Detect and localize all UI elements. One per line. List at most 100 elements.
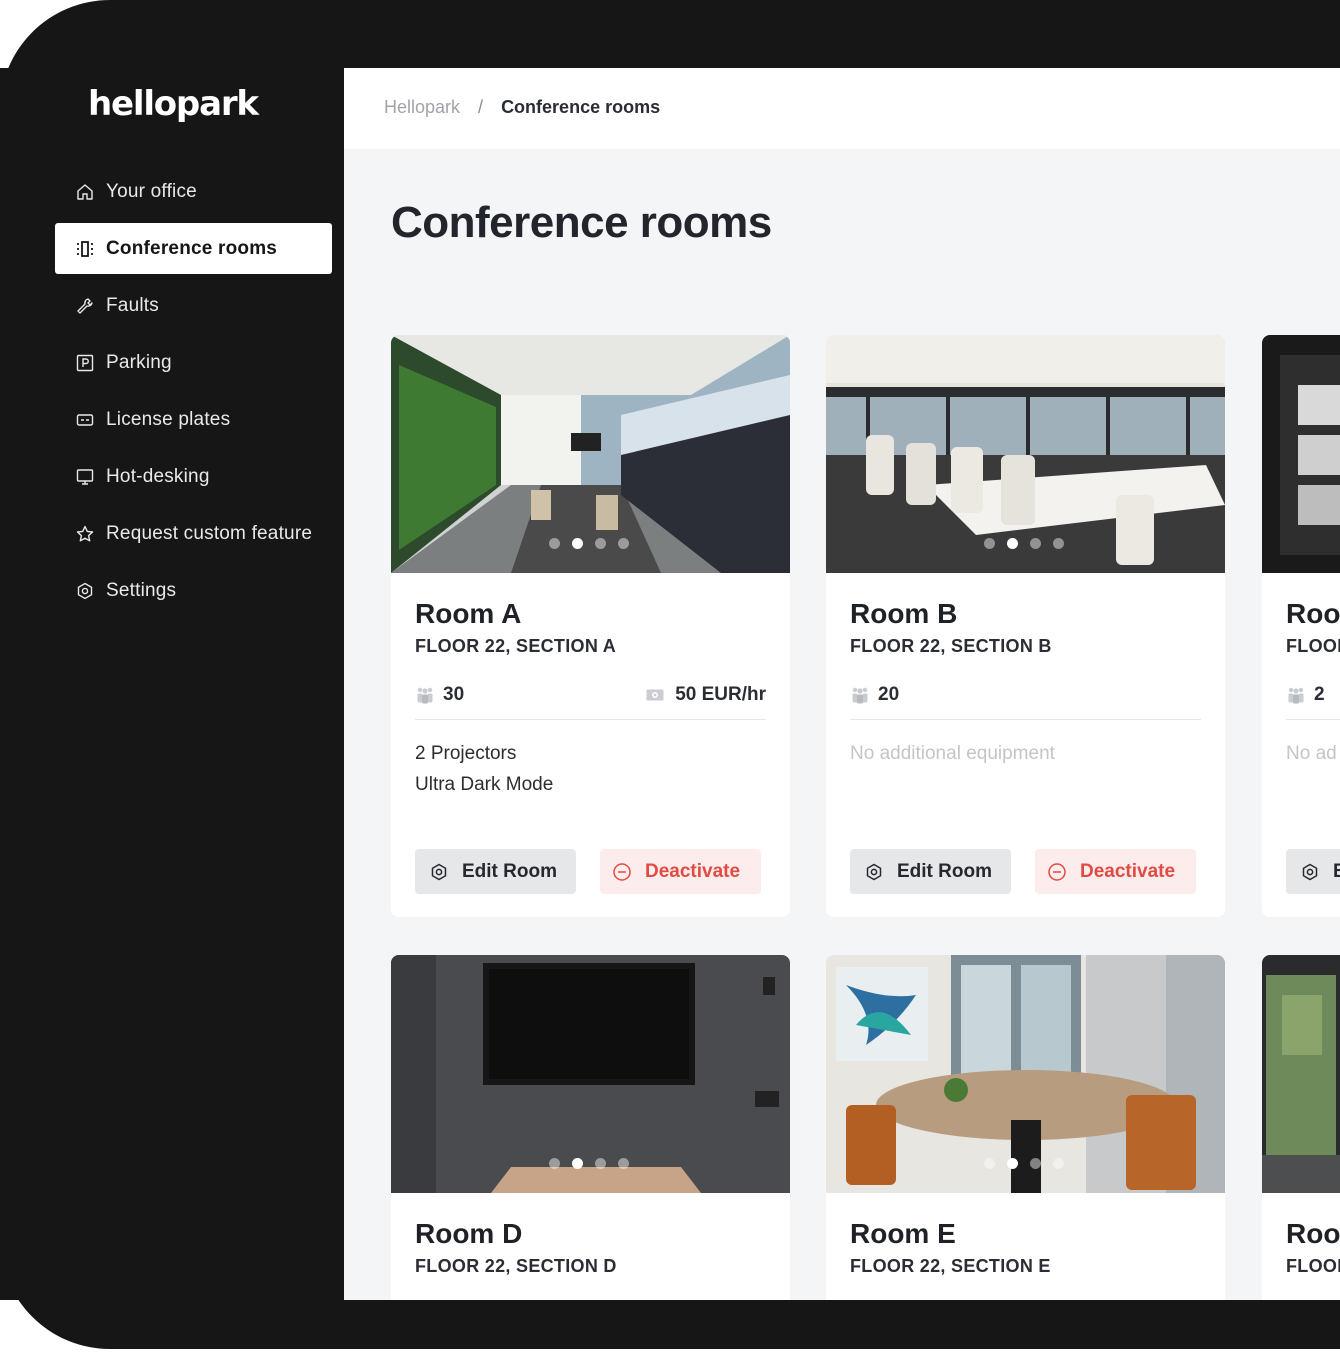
room-card[interactable]: Room B FLOOR 22, SECTION B 20 No additio… bbox=[826, 335, 1225, 917]
carousel-dot[interactable] bbox=[618, 538, 629, 549]
sidebar-item-license-plates[interactable]: License plates bbox=[55, 394, 332, 445]
sidebar-nav: Your office Conference rooms Faults Park… bbox=[55, 166, 332, 622]
money-icon bbox=[646, 689, 664, 701]
deactivate-label: Deactivate bbox=[645, 860, 741, 882]
carousel-dot[interactable] bbox=[1053, 1158, 1064, 1169]
sidebar-item-label: License plates bbox=[106, 408, 231, 430]
carousel-dot[interactable] bbox=[984, 1158, 995, 1169]
room-card[interactable]: Room A FLOOR 22, SECTION A 30 50 EUR/hr … bbox=[391, 335, 790, 917]
room-capacity-value: 2 bbox=[1314, 684, 1325, 705]
conference-icon bbox=[75, 239, 95, 259]
room-price: 50 EUR/hr bbox=[645, 684, 766, 706]
room-stats: 2 bbox=[1286, 680, 1340, 720]
room-name: Room B bbox=[850, 598, 958, 629]
edit-room-label: Edit Room bbox=[462, 860, 557, 882]
photo-carousel-dots bbox=[984, 1158, 1064, 1169]
carousel-dot[interactable] bbox=[1030, 538, 1041, 549]
equipment-item: Ultra Dark Mode bbox=[415, 774, 554, 795]
deactivate-button[interactable]: Deactivate bbox=[1035, 849, 1196, 894]
room-stats: 20 bbox=[850, 680, 1201, 720]
minus-circle-icon bbox=[1048, 862, 1066, 881]
deactivate-button[interactable]: Deactivate bbox=[600, 849, 761, 894]
room-capacity: 20 bbox=[850, 684, 899, 706]
room-card[interactable]: Room E FLOOR 22, SECTION E bbox=[826, 955, 1225, 1300]
people-icon bbox=[1288, 687, 1304, 704]
settings-icon bbox=[866, 863, 882, 880]
room-photo[interactable] bbox=[391, 335, 790, 573]
sidebar-item-label: Request custom feature bbox=[106, 522, 313, 544]
sidebar-item-your-office[interactable]: Your office bbox=[55, 166, 332, 217]
carousel-dot-active[interactable] bbox=[1007, 538, 1018, 549]
carousel-dot-active[interactable] bbox=[1007, 1158, 1018, 1169]
edit-room-label: E bbox=[1333, 860, 1340, 882]
sidebar-item-parking[interactable]: Parking bbox=[55, 337, 332, 388]
carousel-dot[interactable] bbox=[595, 538, 606, 549]
room-capacity: 30 bbox=[415, 684, 464, 706]
photo-carousel-dots bbox=[549, 538, 629, 549]
sidebar-item-request-custom-feature[interactable]: Request custom feature bbox=[55, 508, 332, 559]
sidebar-item-label: Your office bbox=[106, 180, 197, 202]
star-icon bbox=[75, 524, 95, 544]
edit-room-button[interactable]: E bbox=[1286, 849, 1340, 894]
photo-carousel-dots bbox=[549, 1158, 629, 1169]
carousel-dot[interactable] bbox=[984, 538, 995, 549]
sidebar-item-conference-rooms[interactable]: Conference rooms bbox=[55, 223, 332, 274]
sidebar-item-label: Faults bbox=[106, 294, 159, 316]
monitor-icon bbox=[75, 467, 95, 487]
room-photo[interactable] bbox=[1262, 335, 1340, 573]
sidebar-item-settings[interactable]: Settings bbox=[55, 565, 332, 616]
room-photo[interactable] bbox=[826, 955, 1225, 1193]
minus-circle-icon bbox=[613, 862, 631, 881]
wrench-icon bbox=[75, 296, 95, 316]
main-content: Hellopark / Conference rooms Conference … bbox=[344, 68, 1340, 1300]
room-floor: FLOOR 22, SECTION A bbox=[415, 636, 617, 656]
edit-room-button[interactable]: Edit Room bbox=[850, 849, 1011, 894]
sidebar-item-label: Settings bbox=[106, 579, 177, 601]
carousel-dot[interactable] bbox=[1030, 1158, 1041, 1169]
carousel-dot-active[interactable] bbox=[572, 1158, 583, 1169]
carousel-dot[interactable] bbox=[595, 1158, 606, 1169]
carousel-dot[interactable] bbox=[549, 1158, 560, 1169]
room-card[interactable]: Room FLOOR 2 No ad E bbox=[1262, 335, 1340, 917]
breadcrumb-root[interactable]: Hellopark bbox=[384, 97, 460, 118]
settings-icon bbox=[431, 863, 447, 880]
room-floor: FLOOR 22, SECTION D bbox=[415, 1256, 617, 1276]
room-name: Room bbox=[1286, 598, 1340, 629]
room-capacity: 2 bbox=[1286, 684, 1325, 706]
app-logo[interactable]: hellopark bbox=[88, 84, 259, 124]
room-photo[interactable] bbox=[1262, 955, 1340, 1193]
sidebar-item-label: Conference rooms bbox=[106, 237, 278, 259]
room-card[interactable]: Room FLOOR bbox=[1262, 955, 1340, 1300]
room-card[interactable]: Room D FLOOR 22, SECTION D bbox=[391, 955, 790, 1300]
app-screen: hellopark Your office Conference rooms F… bbox=[0, 68, 1340, 1300]
room-floor: FLOOR bbox=[1286, 636, 1340, 656]
carousel-dot-active[interactable] bbox=[572, 538, 583, 549]
edit-room-label: Edit Room bbox=[897, 860, 992, 882]
home-icon bbox=[75, 182, 95, 202]
room-photo[interactable] bbox=[391, 955, 790, 1193]
room-stats: 30 50 EUR/hr bbox=[415, 680, 766, 720]
room-equipment: 2 Projectors Ultra Dark Mode bbox=[415, 738, 553, 800]
room-capacity-value: 20 bbox=[878, 684, 900, 705]
carousel-dot[interactable] bbox=[618, 1158, 629, 1169]
room-name: Room D bbox=[415, 1218, 523, 1249]
room-photo[interactable] bbox=[826, 335, 1225, 573]
photo-carousel-dots bbox=[984, 538, 1064, 549]
sidebar-item-label: Parking bbox=[106, 351, 172, 373]
settings-icon bbox=[1302, 863, 1318, 880]
room-capacity-value: 30 bbox=[443, 684, 465, 705]
sidebar-item-hot-desking[interactable]: Hot-desking bbox=[55, 451, 332, 502]
deactivate-label: Deactivate bbox=[1080, 860, 1176, 882]
room-photo-image bbox=[1262, 335, 1340, 573]
sidebar: hellopark Your office Conference rooms F… bbox=[0, 68, 344, 1300]
carousel-dot[interactable] bbox=[549, 538, 560, 549]
sidebar-item-faults[interactable]: Faults bbox=[55, 280, 332, 331]
room-equipment-empty: No ad bbox=[1286, 743, 1337, 764]
carousel-dot[interactable] bbox=[1053, 538, 1064, 549]
room-floor: FLOOR 22, SECTION B bbox=[850, 636, 1052, 656]
room-floor: FLOOR bbox=[1286, 1256, 1340, 1276]
edit-room-button[interactable]: Edit Room bbox=[415, 849, 576, 894]
parking-icon bbox=[75, 353, 95, 373]
room-photo-image bbox=[1262, 955, 1340, 1193]
settings-icon bbox=[75, 581, 95, 601]
